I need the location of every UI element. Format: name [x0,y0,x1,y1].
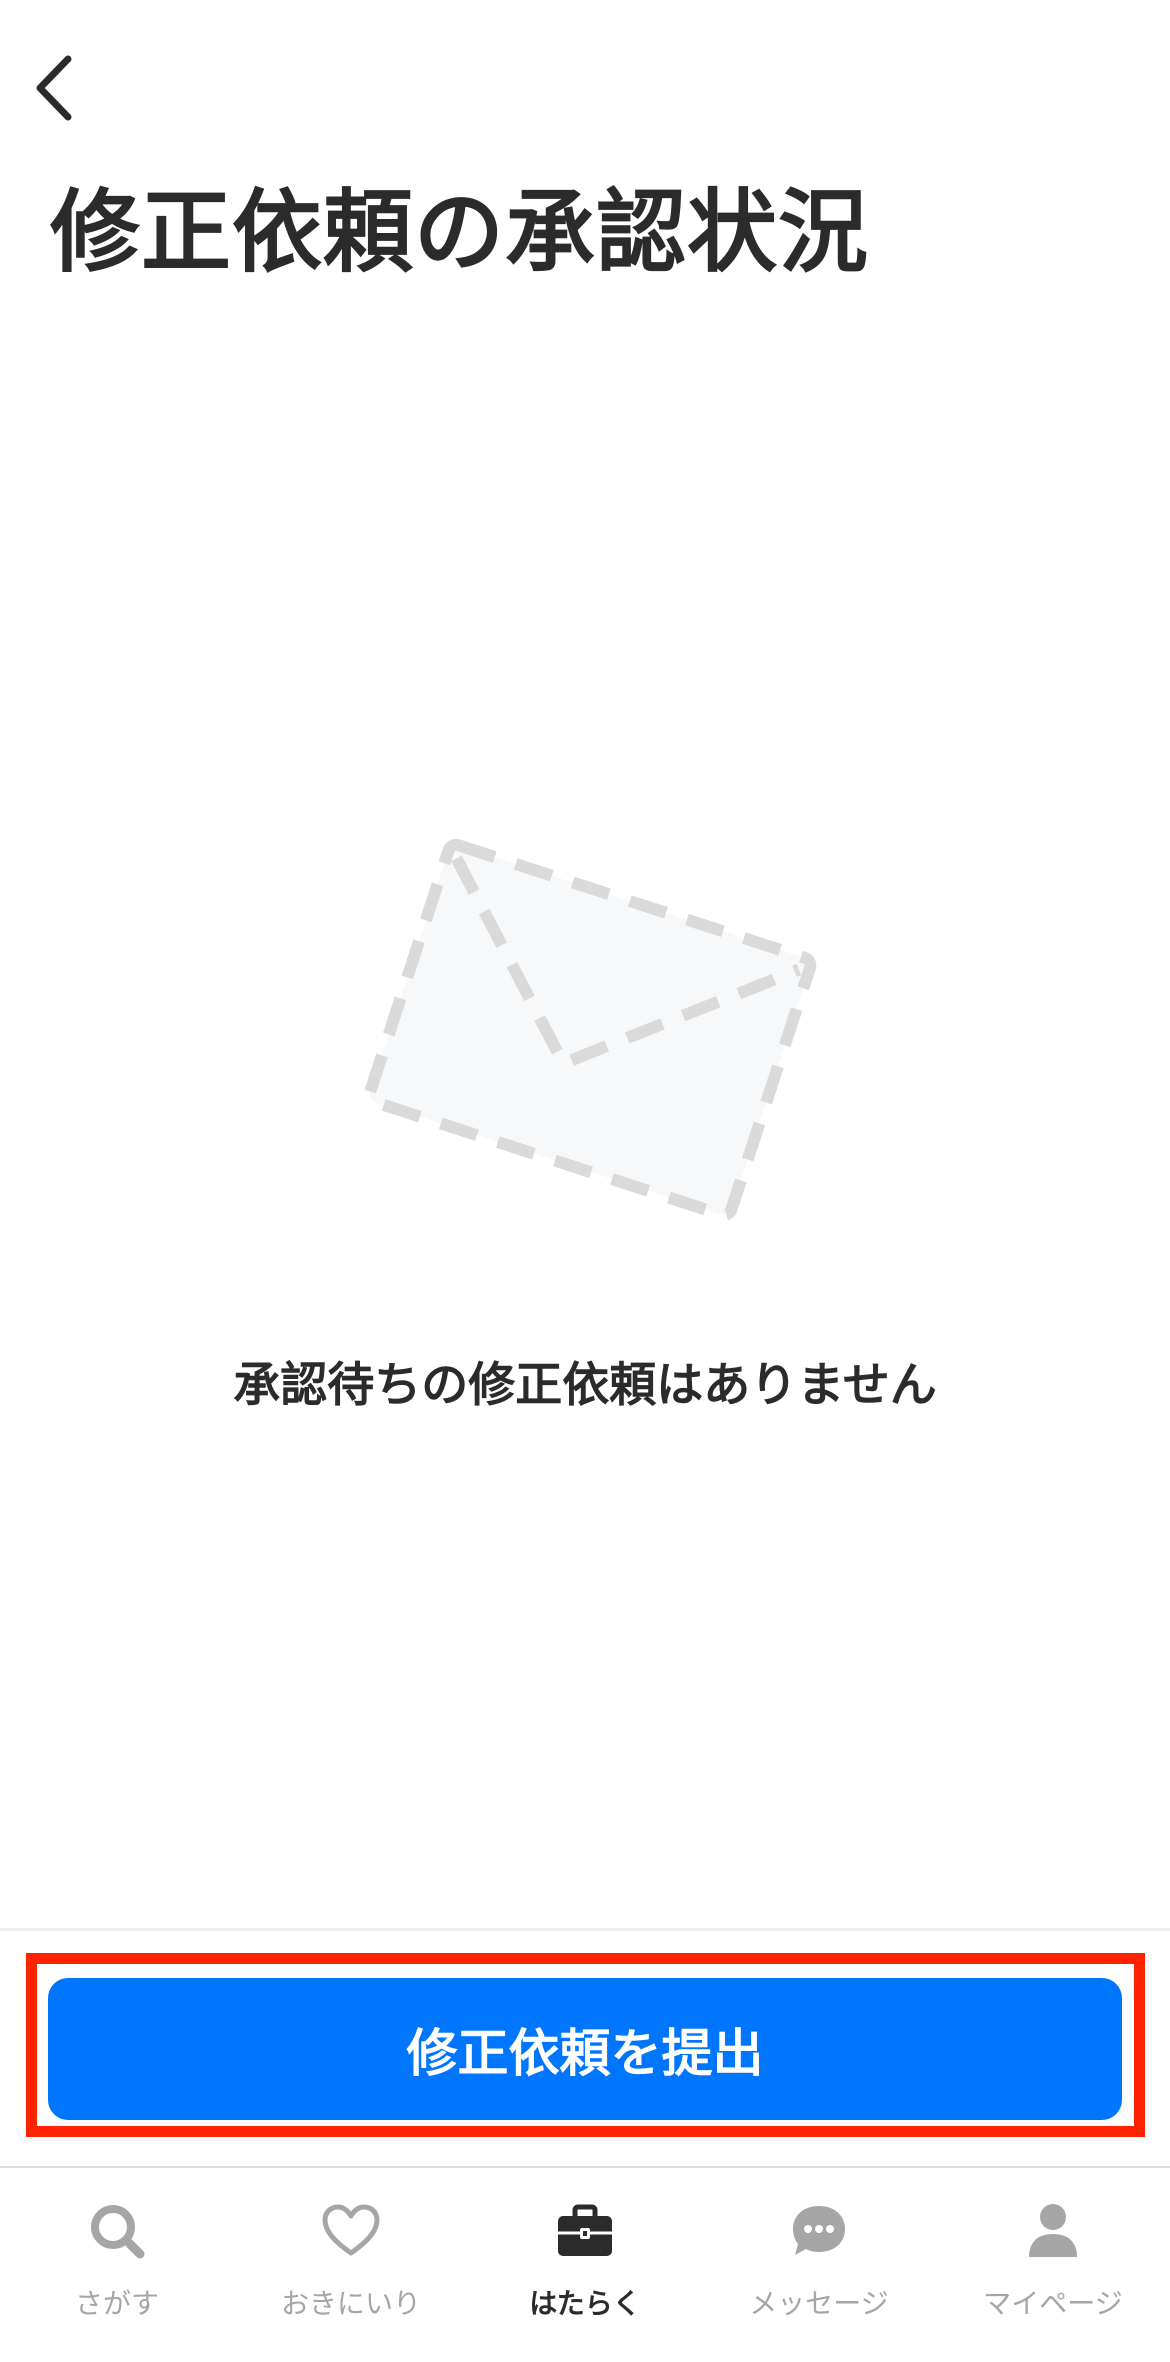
search-icon [84,2198,150,2264]
submit-correction-request-button[interactable]: 修正依頼を提出 [48,1978,1122,2120]
envelope-dashed-icon [363,838,817,1222]
tab-work[interactable]: はたらく [468,2168,702,2362]
tab-messages[interactable]: メッセージ [702,2168,936,2362]
back-button[interactable] [14,48,94,128]
tab-label: メッセージ [749,2287,889,2320]
heart-icon [318,2198,384,2264]
bottom-tab-bar: さがす おきにいり はたらく メッセージ マイページ [0,2166,1170,2362]
page-title: 修正依頼の承認状況 [50,180,869,285]
person-icon [1020,2198,1086,2264]
tab-search[interactable]: さがす [0,2168,234,2362]
tab-label: おきにいり [280,2287,421,2320]
empty-state-message: 承認待ちの修正依頼はありません [233,1358,937,1413]
tab-label: はたらく [529,2287,641,2320]
briefcase-icon [552,2198,618,2264]
tab-favorites[interactable]: おきにいり [234,2168,468,2362]
chevron-left-icon [36,55,72,121]
chat-bubble-icon [786,2198,852,2264]
tab-label: さがす [74,2287,159,2320]
tab-mypage[interactable]: マイページ [936,2168,1170,2362]
tab-label: マイページ [983,2287,1123,2320]
